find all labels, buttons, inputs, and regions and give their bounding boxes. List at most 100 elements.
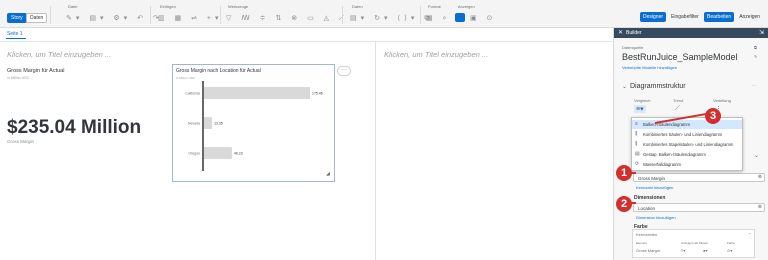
callout-1-badge: 1 — [616, 165, 632, 181]
dropdown-item-label: Wasserfalldiagramm — [643, 162, 682, 167]
dimension-field[interactable]: Location ⊗ — [633, 203, 765, 212]
measure-value: Gross Margin — [638, 175, 666, 181]
callout-3-badge: 3 — [705, 108, 721, 124]
stacked-bar-chart-icon: ▤ — [635, 151, 640, 157]
tools-group-label: Werkzeuge — [228, 4, 249, 9]
bar[interactable] — [204, 117, 213, 129]
edit-datasource-icon[interactable]: ⧉ — [754, 45, 757, 50]
designer-button[interactable]: Designer — [640, 12, 667, 22]
color-options-icon[interactable]: ⊙▾ — [727, 248, 732, 253]
insert-tools-icons[interactable]: ▥ ▦ ⇌ +▾ — [158, 14, 223, 22]
kpi-title: Gross Margin für Actual — [7, 68, 65, 74]
edit-pencil-icon[interactable]: ✎ — [754, 54, 757, 59]
builder-icon: ✕ — [618, 30, 624, 36]
builder-header: ✕ Builder ⇲ — [614, 28, 768, 38]
section-more-icon[interactable]: ··· — [752, 83, 756, 88]
dropdown-item-label: Kombiniertes Säulen- und Liniendiagramm — [643, 132, 723, 137]
file-group-label: Datei — [68, 4, 78, 9]
add-dimension-link[interactable]: Dimension hinzufügen — [636, 215, 676, 220]
measure-field[interactable]: Gross Margin ⊗ — [633, 173, 765, 182]
toolbar-separator — [220, 6, 221, 24]
builder-toggle-icon[interactable] — [455, 13, 465, 22]
collapse-icon[interactable]: ⌃ — [748, 232, 751, 237]
orientation-dropdown-icon[interactable]: ⌄ — [754, 152, 759, 159]
data-label: 13.35 — [214, 122, 223, 126]
category-label: California — [185, 92, 200, 96]
dimensions-label: Dimensionen — [634, 195, 666, 201]
tools-icons[interactable]: ▽ ꟿ ≑ ⇅ ⊗ ▭ ◬ ⟋ — [226, 14, 348, 23]
pin-icon[interactable]: ⇲ — [759, 29, 764, 36]
stacked-combo-chart-icon: ⫼ — [635, 141, 638, 147]
add-linked-models-link[interactable]: Verknüpfte Modelle hinzufügen — [622, 65, 677, 70]
dropdown-item-stacked-combo-chart[interactable]: ⫼ Kombiniertes Stapelsäulen- und Liniend… — [632, 140, 742, 149]
dropdown-item-bar-chart[interactable]: ≡ Balken-/Säulendiagramm — [632, 120, 742, 129]
bar-chart-widget[interactable]: Gross Margin nach Location für Actual in… — [172, 64, 335, 182]
data-button[interactable]: Daten — [26, 13, 48, 23]
color-section-box: Kennzahlen ⌃ Element Anzeigen als Muster… — [632, 229, 755, 258]
chart-structure-title: Diagrammstruktur — [630, 83, 686, 90]
color-col-pattern: Anzeigen als Muster — [681, 241, 709, 245]
dropdown-item-stacked-bar-chart[interactable]: ▤ Gestap. Balken-/Säulendiagramm — [632, 150, 742, 159]
color-dropdown-icon[interactable]: ●▾ — [703, 248, 707, 253]
chart-subtitle: in Million USD — [176, 76, 195, 80]
data-label: 175.46 — [312, 92, 323, 96]
panel-title-placeholder-right[interactable]: Klicken, um Titel einzugeben ... — [384, 50, 488, 59]
remove-measure-icon[interactable]: ⊗ — [758, 174, 762, 180]
kpi-caption: Gross Margin — [7, 139, 35, 144]
mode-switch: Designer Eingabefilter — [640, 12, 702, 22]
toolbar-separator — [342, 6, 343, 24]
bar-chart-icon: ≡ — [635, 121, 638, 127]
format-tools-icons[interactable]: ▦ ⌕ — [426, 14, 450, 23]
top-toolbar: Story Daten Datei ✎▾ ▤▾ ⚙▾ ↶ ↷ Einfügen … — [0, 0, 768, 28]
color-col-element: Element — [636, 241, 648, 245]
add-measure-link[interactable]: Kennzahl hinzufügen — [636, 185, 673, 190]
resize-handle-icon[interactable]: ◢ — [326, 171, 330, 177]
combo-chart-icon: ⫼ — [635, 131, 638, 137]
left-panel: Klicken, um Titel einzugeben ... Gross M… — [0, 42, 376, 260]
view-button[interactable]: Anzeigen — [736, 12, 763, 22]
section-chevron-icon[interactable]: ⌄ — [622, 83, 627, 90]
data-group-label: Daten — [352, 4, 363, 9]
dimension-value: Location — [638, 205, 656, 211]
edit-view-switch: Bearbeiten Anzeigen — [704, 12, 763, 22]
callout-2-badge: 2 — [616, 196, 632, 212]
insert-group-label: Einfügen — [160, 4, 176, 9]
category-label: Nevada — [188, 122, 200, 126]
format-group-label: Format — [428, 4, 441, 9]
file-tools-icons[interactable]: ✎▾ ▤▾ ⚙▾ ↶ ↷ — [66, 14, 163, 22]
panel-title-placeholder[interactable]: Klicken, um Titel einzugeben ... — [7, 50, 111, 59]
remove-dimension-icon[interactable]: ⊗ — [758, 204, 762, 210]
active-tab-indicator — [6, 38, 26, 39]
comparison-label: Vergleich — [634, 98, 651, 103]
chart-title: Gross Margin nach Location für Actual — [176, 68, 261, 74]
tab-page-1[interactable]: Seite 1 — [7, 31, 23, 37]
bar-chart-type-icon[interactable]: ≡▾ — [634, 105, 646, 113]
input-filter-button[interactable]: Eingabefilter — [668, 12, 702, 22]
datasource-label: Datenquelle — [622, 45, 644, 50]
toolbar-separator — [50, 6, 51, 24]
dropdown-item-label: Balken-/Säulendiagramm — [643, 122, 691, 127]
bar[interactable] — [204, 147, 232, 159]
edit-button[interactable]: Bearbeiten — [704, 12, 735, 22]
color-row-label: Gross Margin — [636, 248, 661, 253]
chart-type-dropdown: ≡ Balken-/Säulendiagramm ⫼ Kombiniertes … — [631, 117, 743, 171]
color-measures-label: Kennzahlen — [636, 232, 658, 237]
dropdown-item-label: Gestap. Balken-/Säulendiagramm — [643, 152, 706, 157]
toolbar-separator — [150, 6, 151, 24]
story-button[interactable]: Story — [7, 13, 27, 23]
category-label: Oregon — [188, 152, 200, 156]
dropdown-item-waterfall-chart[interactable]: ⟳ Wasserfalldiagramm — [632, 160, 742, 169]
view-group-label: Anzeigen — [458, 4, 475, 9]
view-tools-icons[interactable]: ▣ ⊙ — [470, 14, 496, 22]
datasource-name: BestRunJuice_SampleModel — [622, 52, 738, 62]
bar[interactable] — [204, 87, 310, 99]
kpi-value[interactable]: $235.04 Million — [7, 117, 141, 139]
line-chart-type-icon[interactable]: ⟋ — [675, 105, 680, 113]
dropdown-item-combo-chart[interactable]: ⫼ Kombiniertes Säulen- und Liniendiagram… — [632, 130, 742, 139]
pattern-dropdown-icon[interactable]: ≡▾ — [681, 248, 685, 253]
toolbar-separator — [420, 6, 421, 24]
trend-label: Trend — [673, 98, 684, 103]
color-col-color: Farbe — [727, 241, 735, 245]
more-options-button[interactable]: ··· — [337, 66, 351, 76]
data-label: 46.23 — [234, 152, 243, 156]
